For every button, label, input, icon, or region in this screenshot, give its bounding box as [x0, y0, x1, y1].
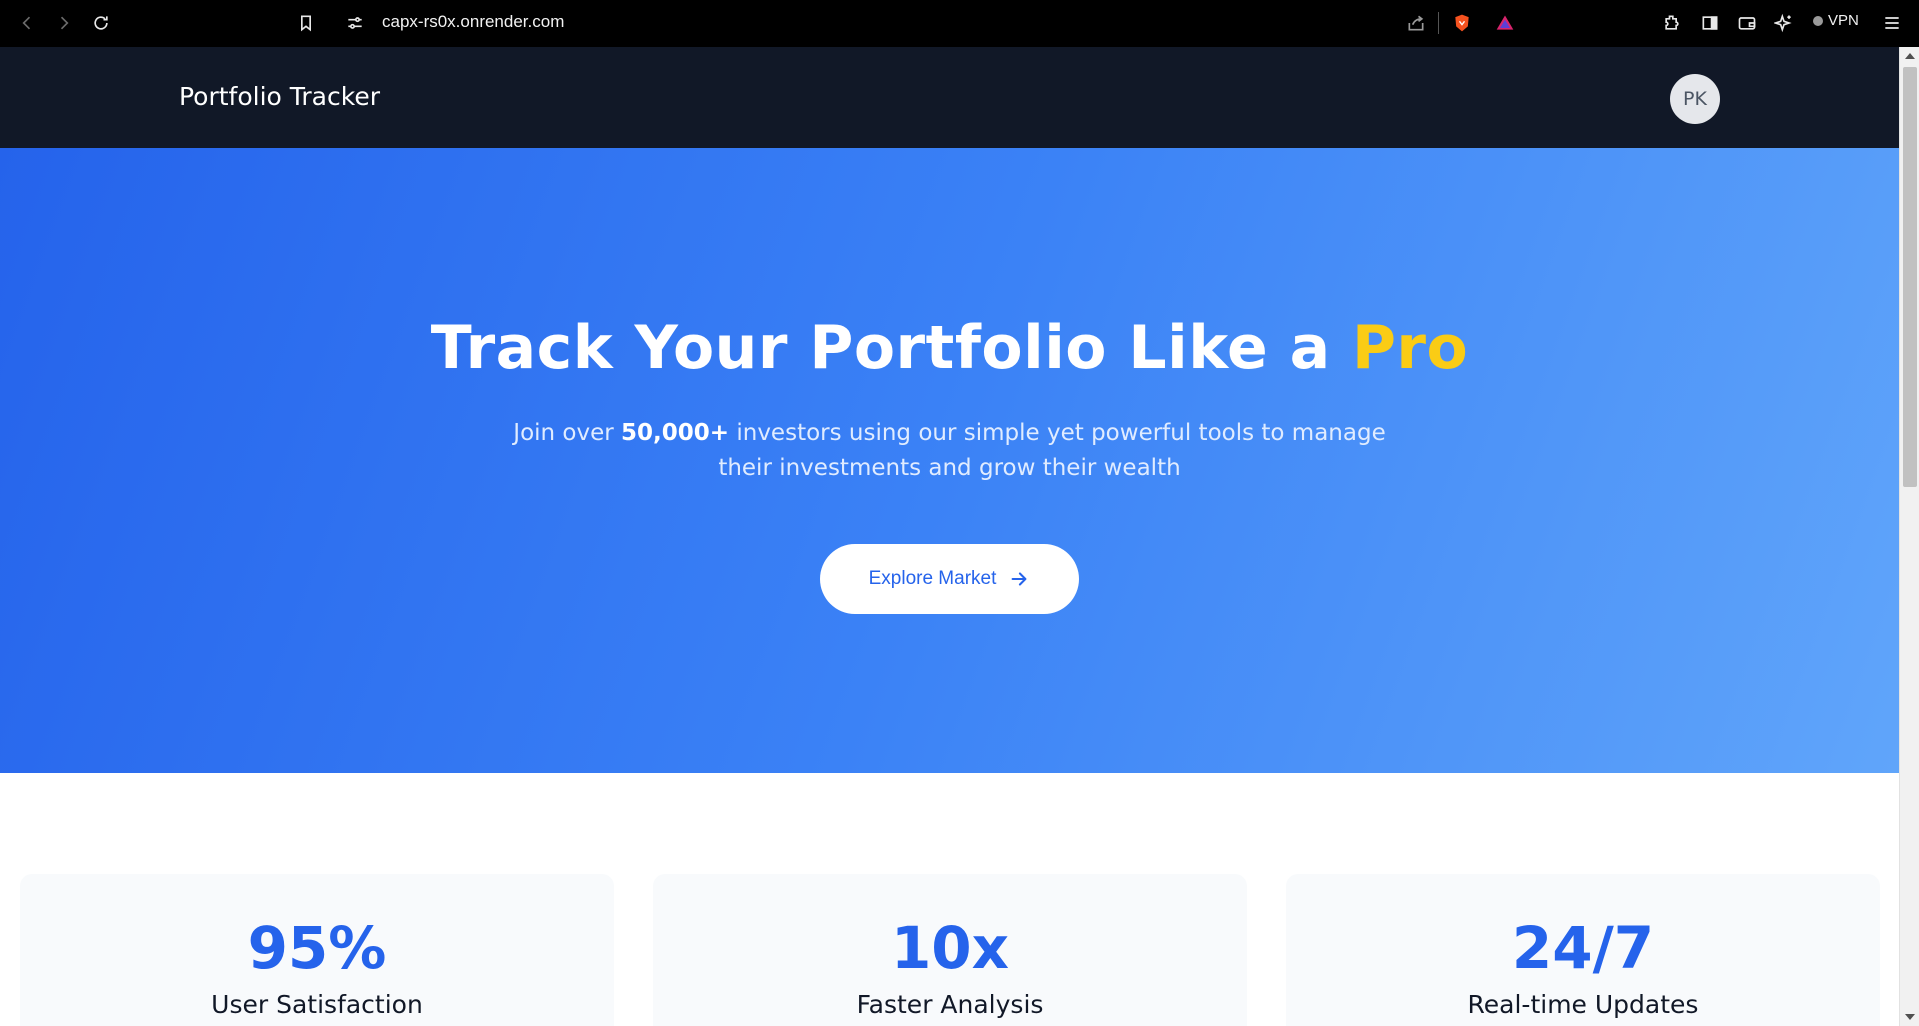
stat-card: 24/7 Real-time Updates — [1286, 874, 1880, 1026]
scroll-up-arrow-icon[interactable] — [1905, 53, 1915, 59]
share-icon[interactable] — [1404, 11, 1428, 35]
hero-subtitle: Join over 50,000+ investors using our si… — [500, 416, 1399, 486]
explore-market-button[interactable]: Explore Market — [820, 544, 1079, 614]
vpn-label: VPN — [1828, 12, 1859, 29]
brave-shield-icon[interactable] — [1450, 11, 1474, 35]
arrow-right-icon — [1011, 572, 1027, 586]
hero-subtitle-highlight: 50,000+ — [621, 420, 730, 446]
stat-label: Real-time Updates — [1467, 990, 1699, 1019]
extensions-icon[interactable] — [1660, 11, 1684, 35]
toolbar-divider — [1438, 12, 1439, 34]
menu-icon[interactable] — [1880, 11, 1904, 35]
stat-card: 10x Faster Analysis — [653, 874, 1247, 1026]
vpn-status-icon — [1813, 15, 1823, 26]
top-navbar: Portfolio Tracker PK — [0, 47, 1899, 148]
forward-icon[interactable] — [52, 11, 76, 35]
scroll-down-arrow-icon[interactable] — [1905, 1014, 1915, 1020]
explore-market-label: Explore Market — [868, 568, 997, 589]
hero-title-accent: Pro — [1351, 313, 1469, 383]
vpn-button[interactable]: VPN — [1813, 12, 1859, 29]
brave-rewards-icon[interactable] — [1493, 11, 1517, 35]
page-scrollbar[interactable] — [1899, 47, 1919, 1026]
stat-label: User Satisfaction — [211, 990, 423, 1019]
brand-logo-text[interactable]: Portfolio Tracker — [179, 82, 380, 111]
page-viewport: Portfolio Tracker PK Track Your Portfoli… — [0, 47, 1899, 1026]
hero-subtitle-after: investors using our simple yet powerful … — [718, 420, 1386, 481]
wallet-icon[interactable] — [1735, 11, 1759, 35]
hero-section: Track Your Portfolio Like a Pro Join ove… — [0, 148, 1899, 773]
bookmark-icon[interactable] — [294, 11, 318, 35]
reload-icon[interactable] — [89, 11, 113, 35]
scrollbar-thumb[interactable] — [1903, 67, 1917, 487]
stat-value: 24/7 — [1511, 914, 1655, 982]
hero-title: Track Your Portfolio Like a Pro — [0, 313, 1899, 383]
hero-subtitle-before: Join over — [513, 420, 622, 446]
address-bar-url[interactable]: capx-rs0x.onrender.com — [382, 12, 564, 32]
stat-label: Faster Analysis — [856, 990, 1044, 1019]
stat-value: 10x — [890, 914, 1010, 982]
leo-ai-icon[interactable] — [1772, 11, 1796, 35]
hero-title-main: Track Your Portfolio Like a — [430, 313, 1352, 383]
sidebar-icon[interactable] — [1698, 11, 1722, 35]
browser-toolbar: capx-rs0x.onrender.com VPN — [0, 0, 1919, 47]
back-icon[interactable] — [15, 11, 39, 35]
site-settings-icon[interactable] — [343, 11, 367, 35]
stat-card: 95% User Satisfaction — [20, 874, 614, 1026]
stat-value: 95% — [247, 914, 387, 982]
user-avatar[interactable]: PK — [1670, 74, 1720, 124]
